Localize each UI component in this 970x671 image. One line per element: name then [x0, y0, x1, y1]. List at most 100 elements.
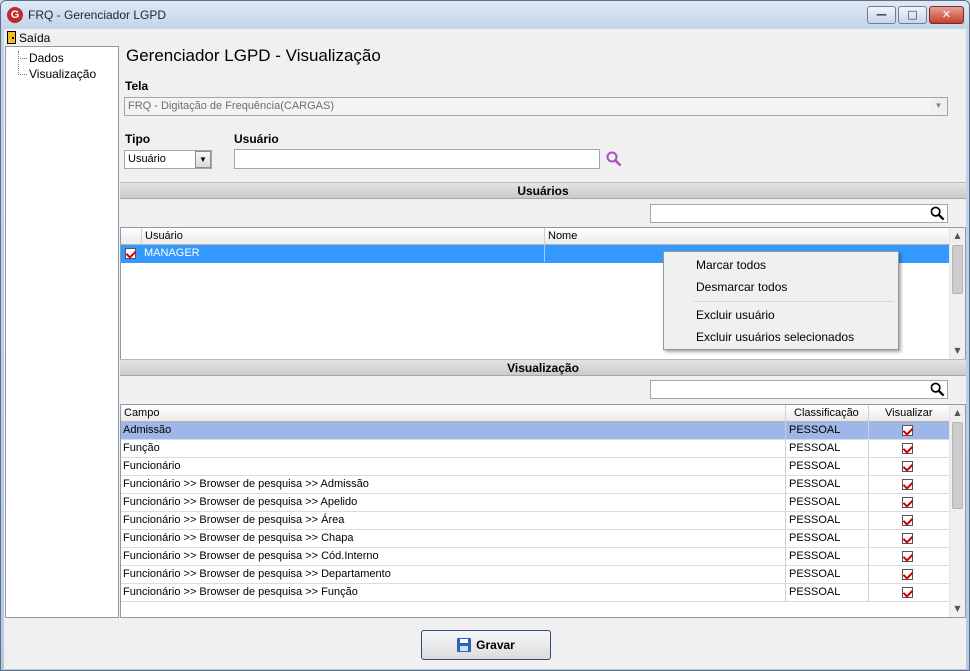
- tree-item-dados[interactable]: Dados: [29, 51, 64, 66]
- cell-visualizar[interactable]: [869, 422, 949, 439]
- cell-classificacao: PESSOAL: [786, 494, 869, 511]
- cell-visualizar[interactable]: [869, 548, 949, 565]
- cell-visualizar[interactable]: [869, 494, 949, 511]
- cell-campo: Funcionário >> Browser de pesquisa >> Ad…: [121, 476, 786, 493]
- view-column-classificacao[interactable]: Classificação: [786, 405, 869, 422]
- chevron-down-icon[interactable]: ▼: [930, 98, 947, 115]
- app-logo-icon: G: [7, 7, 23, 23]
- tela-select[interactable]: FRQ - Digitação de Frequência(CARGAS) ▼: [124, 97, 948, 116]
- table-row[interactable]: Função PESSOAL: [121, 440, 949, 458]
- cell-visualizar[interactable]: [869, 458, 949, 475]
- users-grid-header: Usuário Nome: [121, 228, 949, 245]
- menu-item-excluir-usuario[interactable]: Excluir usuário: [696, 305, 775, 325]
- menu-bar: Saída: [4, 29, 966, 46]
- menu-exit[interactable]: Saída: [7, 30, 50, 45]
- table-row[interactable]: Funcionário >> Browser de pesquisa >> Có…: [121, 548, 949, 566]
- floppy-disk-icon: [457, 638, 472, 652]
- tipo-select[interactable]: Usuário ▼: [124, 150, 212, 169]
- scroll-down-icon[interactable]: ▼: [950, 343, 965, 359]
- visualizar-checkbox[interactable]: [902, 461, 913, 472]
- tipo-select-value: Usuário: [128, 153, 166, 165]
- scroll-down-icon[interactable]: ▼: [950, 601, 965, 617]
- maximize-button[interactable]: □: [898, 6, 927, 24]
- menu-separator: [694, 301, 894, 302]
- minimize-button[interactable]: —: [867, 6, 896, 24]
- visualizar-checkbox[interactable]: [902, 479, 913, 490]
- table-row[interactable]: Funcionário >> Browser de pesquisa >> Ch…: [121, 530, 949, 548]
- tree-connector: [18, 51, 19, 75]
- users-filter-input[interactable]: [650, 204, 948, 223]
- tela-label: Tela: [125, 79, 149, 93]
- table-row[interactable]: Funcionário >> Browser de pesquisa >> De…: [121, 566, 949, 584]
- search-icon[interactable]: [930, 382, 945, 397]
- users-column-nome[interactable]: Nome: [545, 228, 949, 245]
- save-button-label: Gravar: [476, 638, 515, 652]
- view-filter-input[interactable]: [650, 380, 948, 399]
- usuario-label: Usuário: [234, 132, 279, 146]
- cell-visualizar[interactable]: [869, 584, 949, 601]
- visualizar-checkbox[interactable]: [902, 551, 913, 562]
- table-row[interactable]: Funcionário >> Browser de pesquisa >> Ap…: [121, 494, 949, 512]
- search-icon[interactable]: [930, 206, 945, 221]
- scroll-thumb[interactable]: [952, 245, 963, 294]
- table-row[interactable]: Funcionário >> Browser de pesquisa >> Ár…: [121, 512, 949, 530]
- users-scrollbar[interactable]: ▲ ▼: [949, 228, 965, 359]
- cell-classificacao: PESSOAL: [786, 566, 869, 583]
- navigation-tree: Dados Visualização: [5, 46, 119, 618]
- title-bar[interactable]: G FRQ - Gerenciador LGPD — □ ✕: [1, 1, 969, 29]
- cell-classificacao: PESSOAL: [786, 422, 869, 439]
- visualizar-checkbox[interactable]: [902, 587, 913, 598]
- view-scrollbar[interactable]: ▲ ▼: [949, 405, 965, 617]
- tree-connector: [18, 58, 27, 59]
- cell-campo: Funcionário >> Browser de pesquisa >> Fu…: [121, 584, 786, 601]
- scroll-up-icon[interactable]: ▲: [950, 228, 965, 244]
- row-checkbox[interactable]: [125, 248, 136, 259]
- visualizar-checkbox[interactable]: [902, 569, 913, 580]
- chevron-down-icon[interactable]: ▼: [195, 151, 211, 168]
- cell-campo: Funcionário >> Browser de pesquisa >> Có…: [121, 548, 786, 565]
- view-section-header: Visualização: [120, 359, 966, 376]
- tree-item-visualizacao[interactable]: Visualização: [29, 67, 96, 82]
- row-select-cell[interactable]: [121, 245, 142, 262]
- cell-usuario: MANAGER: [142, 245, 545, 262]
- save-button[interactable]: Gravar: [421, 630, 551, 660]
- menu-item-marcar-todos[interactable]: Marcar todos: [696, 255, 766, 275]
- table-row[interactable]: Funcionário >> Browser de pesquisa >> Ad…: [121, 476, 949, 494]
- view-column-visualizar[interactable]: Visualizar: [869, 405, 949, 422]
- tela-select-value: FRQ - Digitação de Frequência(CARGAS): [128, 100, 335, 112]
- exit-door-icon: [7, 31, 16, 44]
- cell-visualizar[interactable]: [869, 512, 949, 529]
- cell-visualizar[interactable]: [869, 530, 949, 547]
- menu-item-desmarcar-todos[interactable]: Desmarcar todos: [696, 277, 787, 297]
- tipo-label: Tipo: [125, 132, 151, 146]
- client-area: Saída Dados Visualização Gerenciador LGP…: [4, 29, 966, 669]
- usuario-input[interactable]: [234, 149, 600, 169]
- cell-classificacao: PESSOAL: [786, 458, 869, 475]
- table-row[interactable]: Admissão PESSOAL: [121, 422, 949, 440]
- view-column-campo[interactable]: Campo: [121, 405, 786, 422]
- search-icon[interactable]: [606, 151, 622, 167]
- tree-connector: [18, 74, 27, 75]
- cell-classificacao: PESSOAL: [786, 584, 869, 601]
- view-grid: Campo Classificação Visualizar Admissão P…: [120, 404, 966, 618]
- cell-classificacao: PESSOAL: [786, 476, 869, 493]
- visualizar-checkbox[interactable]: [902, 515, 913, 526]
- cell-visualizar[interactable]: [869, 566, 949, 583]
- menu-item-excluir-selecionados[interactable]: Excluir usuários selecionados: [696, 327, 854, 347]
- visualizar-checkbox[interactable]: [902, 533, 913, 544]
- scroll-thumb[interactable]: [952, 422, 963, 509]
- menu-exit-label: Saída: [19, 30, 51, 45]
- cell-visualizar[interactable]: [869, 476, 949, 493]
- cell-classificacao: PESSOAL: [786, 530, 869, 547]
- table-row[interactable]: Funcionário >> Browser de pesquisa >> Fu…: [121, 584, 949, 602]
- visualizar-checkbox[interactable]: [902, 443, 913, 454]
- scroll-up-icon[interactable]: ▲: [950, 405, 965, 421]
- table-row[interactable]: Funcionário PESSOAL: [121, 458, 949, 476]
- cell-visualizar[interactable]: [869, 440, 949, 457]
- visualizar-checkbox[interactable]: [902, 425, 913, 436]
- visualizar-checkbox[interactable]: [902, 497, 913, 508]
- cell-campo: Funcionário >> Browser de pesquisa >> Ch…: [121, 530, 786, 547]
- close-button[interactable]: ✕: [929, 6, 964, 24]
- users-column-usuario[interactable]: Usuário: [142, 228, 545, 245]
- cell-classificacao: PESSOAL: [786, 440, 869, 457]
